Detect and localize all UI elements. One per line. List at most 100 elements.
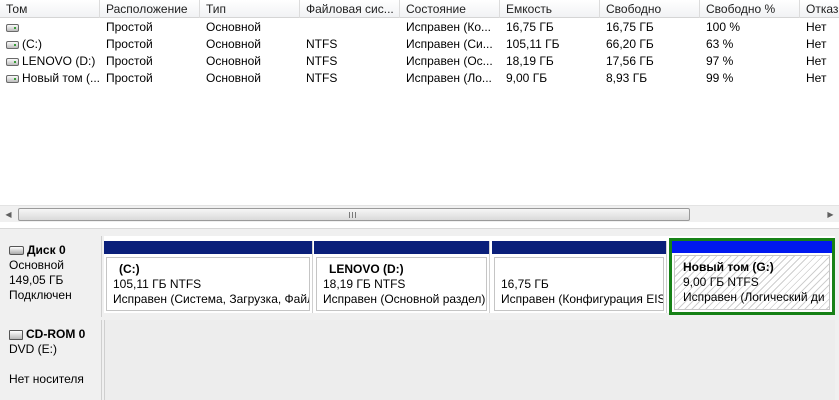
type-cell: Основной (206, 71, 262, 85)
type-cell: Основной (206, 54, 262, 68)
fault-tolerance-cell: Нет (806, 20, 827, 34)
free-percent-cell: 97 % (706, 54, 734, 68)
cdrom-title-line: CD-ROM 0 (9, 327, 101, 342)
filesystem-cell (300, 19, 400, 36)
capacity-cell: 18,19 ГБ (506, 54, 554, 68)
column-header-free[interactable]: Свободно (600, 0, 700, 18)
partition-body: (C:) 105,11 ГБ NTFS Исправен (Система, З… (106, 257, 310, 311)
table-row[interactable]: Простой Основной Исправен (Ко... 16,75 Г… (0, 19, 839, 36)
status-cell: Исправен (Си... (406, 37, 493, 51)
partition-d[interactable]: LENOVO (D:) 18,19 ГБ NTFS Исправен (Осно… (314, 241, 490, 313)
disk-0-label[interactable]: Диск 0 Основной 149,05 ГБ Подключен (4, 236, 102, 317)
free-percent-cell: 100 % (706, 20, 741, 34)
column-header-volume[interactable]: Том (0, 0, 100, 18)
partition-c[interactable]: (C:) 105,11 ГБ NTFS Исправен (Система, З… (104, 241, 313, 313)
table-row[interactable]: Новый том (... Простой Основной NTFS Исп… (0, 70, 839, 87)
partition-g-selected[interactable]: Новый том (G:) 9,00 ГБ NTFS Исправен (Ло… (669, 238, 835, 315)
disk-title: Диск 0 (27, 243, 66, 257)
cdrom-drive: DVD (E:) (9, 342, 57, 356)
free-cell: 8,93 ГБ (606, 71, 648, 85)
cdrom-media: Нет носителя (9, 372, 84, 386)
partition-bar (104, 241, 312, 254)
disk-0-partitions: (C:) 105,11 ГБ NTFS Исправен (Система, З… (104, 236, 835, 315)
disk-title-line: Диск 0 (9, 243, 101, 258)
drive-icon (6, 57, 19, 66)
partition-recovery[interactable]: 16,75 ГБ Исправен (Конфигурация EIS (492, 241, 667, 313)
partition-name (501, 262, 663, 277)
partition-name: Новый том (G:) (683, 260, 774, 274)
partition-size: 105,11 ГБ NTFS (113, 277, 202, 291)
partition-status: Исправен (Основной раздел) (323, 292, 486, 306)
table-row[interactable]: LENOVO (D:) Простой Основной NTFS Исправ… (0, 53, 839, 70)
column-header-free-percent[interactable]: Свободно % (700, 0, 800, 18)
volume-cell: Новый том (... (0, 70, 100, 87)
volume-name: Новый том (... (22, 71, 100, 85)
layout-cell: Простой (106, 37, 153, 51)
partition-name: LENOVO (D:) (329, 262, 404, 276)
column-header-type[interactable]: Тип (200, 0, 300, 18)
disk-type: Основной (9, 258, 65, 272)
drive-icon (6, 74, 19, 83)
partition-body: LENOVO (D:) 18,19 ГБ NTFS Исправен (Осно… (316, 257, 487, 311)
horizontal-scrollbar[interactable]: ◀ ▶ (0, 205, 839, 222)
status-cell: Исправен (Ло... (406, 71, 492, 85)
volume-name: LENOVO (D:) (22, 54, 96, 68)
grip-icon (349, 212, 357, 218)
fault-tolerance-cell: Нет (806, 37, 827, 51)
cdrom-spacer (9, 357, 101, 372)
layout-cell: Простой (106, 54, 153, 68)
drive-icon (6, 23, 19, 32)
disk-0-row: Диск 0 Основной 149,05 ГБ Подключен (C:)… (0, 234, 839, 317)
capacity-cell: 9,00 ГБ (506, 71, 548, 85)
filesystem-cell: NTFS (306, 37, 338, 51)
partition-size: 16,75 ГБ (501, 277, 549, 291)
column-header-capacity[interactable]: Емкость (500, 0, 600, 18)
layout-cell: Простой (106, 71, 153, 85)
column-header-fault-tolerance[interactable]: Отказ (800, 0, 839, 18)
partition-name: (C:) (119, 262, 140, 276)
partition-body: Новый том (G:) 9,00 ГБ NTFS Исправен (Ло… (674, 255, 830, 310)
partition-bar (672, 241, 832, 253)
free-cell: 66,20 ГБ (606, 37, 654, 51)
status-cell: Исправен (Ос... (406, 54, 493, 68)
partition-status: Исправен (Конфигурация EIS (501, 292, 664, 306)
cdrom-0-area[interactable] (104, 320, 835, 400)
filesystem-cell: NTFS (306, 71, 338, 85)
cd-drive-icon (9, 329, 23, 340)
partition-status: Исправен (Логический ди (683, 290, 825, 304)
scrollbar-thumb[interactable] (18, 208, 690, 221)
capacity-cell: 16,75 ГБ (506, 20, 554, 34)
partition-size: 9,00 ГБ NTFS (683, 275, 759, 289)
capacity-cell: 105,11 ГБ (506, 37, 560, 51)
free-percent-cell: 99 % (706, 71, 734, 85)
volume-cell (0, 19, 100, 36)
scroll-right-arrow-icon[interactable]: ▶ (822, 206, 839, 223)
hard-disk-icon (9, 246, 24, 255)
disk-state: Подключен (9, 288, 72, 302)
column-header-filesystem[interactable]: Файловая сис... (300, 0, 400, 18)
cdrom-title: CD-ROM 0 (26, 327, 86, 341)
volume-cell: (C:) (0, 36, 100, 53)
volume-list-pane: Том Расположение Тип Файловая сис... Сос… (0, 0, 839, 228)
column-header-layout[interactable]: Расположение (100, 0, 200, 18)
layout-cell: Простой (106, 20, 153, 34)
disk-size: 149,05 ГБ (9, 273, 64, 287)
drive-icon (6, 40, 19, 49)
partition-bar (492, 241, 666, 254)
type-cell: Основной (206, 37, 262, 51)
fault-tolerance-cell: Нет (806, 71, 827, 85)
filesystem-cell: NTFS (306, 54, 338, 68)
volume-cell: LENOVO (D:) (0, 53, 100, 70)
column-header-status[interactable]: Состояние (400, 0, 500, 18)
table-row[interactable]: (C:) Простой Основной NTFS Исправен (Си.… (0, 36, 839, 53)
partition-bar (314, 241, 489, 254)
scroll-left-arrow-icon[interactable]: ◀ (0, 206, 17, 223)
free-cell: 17,56 ГБ (606, 54, 654, 68)
disk-map-pane: Диск 0 Основной 149,05 ГБ Подключен (C:)… (0, 234, 839, 400)
type-cell: Основной (206, 20, 262, 34)
cdrom-0-label[interactable]: CD-ROM 0 DVD (E:) Нет носителя (4, 320, 102, 400)
free-cell: 16,75 ГБ (606, 20, 654, 34)
free-percent-cell: 63 % (706, 37, 734, 51)
column-header-bar: Том Расположение Тип Файловая сис... Сос… (0, 0, 839, 18)
volume-name: (C:) (22, 37, 42, 51)
